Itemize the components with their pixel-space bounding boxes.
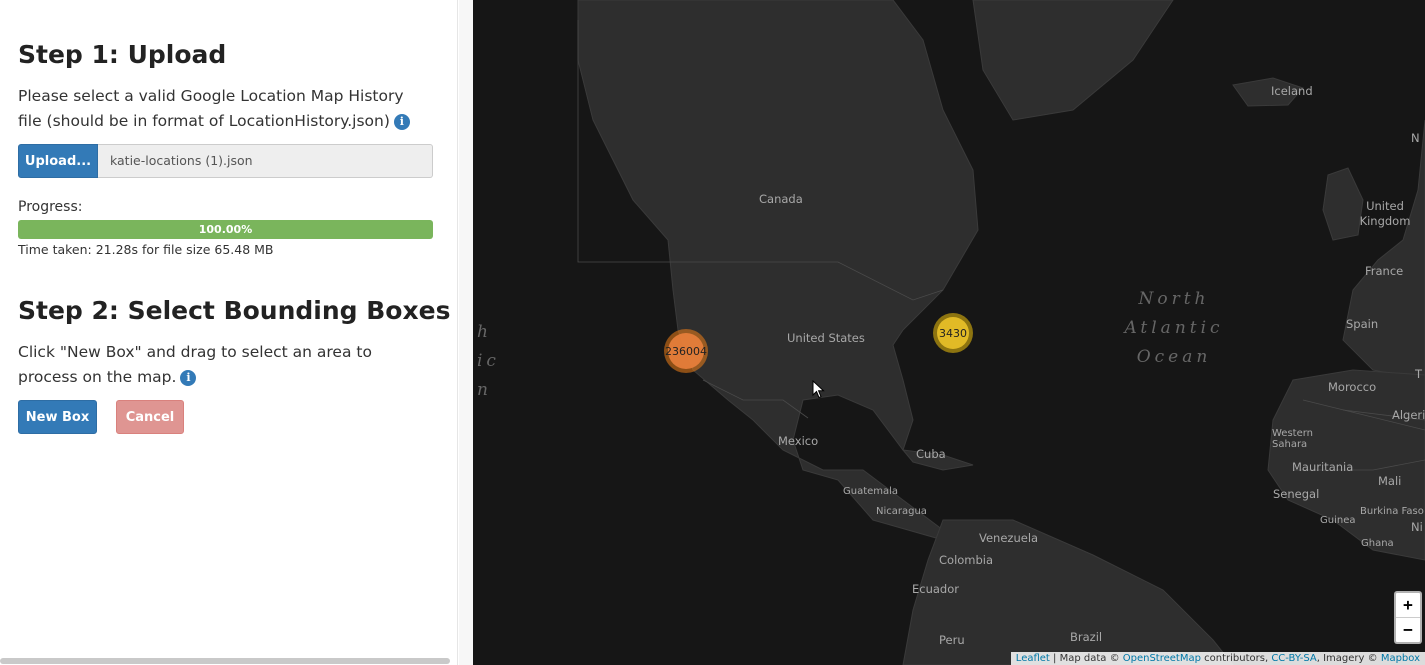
marker-cluster-count: 236004	[665, 333, 707, 369]
zoom-control: + −	[1394, 591, 1422, 644]
progress-track: 100.00%	[18, 220, 433, 239]
map-attribution: Leaflet | Map data © OpenStreetMap contr…	[1010, 652, 1425, 665]
attribution-contributors: contributors,	[1200, 653, 1272, 664]
map-label-cuba: Cuba	[916, 447, 946, 461]
leaflet-link[interactable]: Leaflet	[1016, 653, 1050, 664]
step2-description: Click "New Box" and drag to select an ar…	[18, 340, 398, 390]
mouse-cursor-icon	[812, 380, 825, 399]
map-label-guatemala: Guatemala	[843, 486, 899, 497]
step1-title: Step 1: Upload	[18, 40, 227, 69]
map-label-edge-t: T	[1415, 367, 1423, 381]
map-label-burkina-faso: Burkina Faso	[1360, 506, 1424, 517]
map-label-senegal: Senegal	[1273, 487, 1320, 501]
map-label-peru: Peru	[939, 633, 965, 647]
map-label-morocco: Morocco	[1328, 380, 1377, 394]
map-label-algeria: Algeria	[1392, 408, 1425, 422]
openstreetmap-link[interactable]: OpenStreetMap	[1123, 653, 1201, 664]
map-label-brazil: Brazil	[1070, 630, 1103, 644]
attribution-map-data: | Map data ©	[1049, 653, 1123, 664]
map-label-iceland: Iceland	[1271, 84, 1313, 98]
map-label-colombia: Colombia	[939, 553, 994, 567]
mapbox-link[interactable]: Mapbox	[1381, 653, 1420, 664]
step2-title: Step 2: Select Bounding Boxes	[18, 296, 451, 325]
map-label-north-atlantic-ocean: North Atlantic Ocean	[1124, 289, 1224, 367]
cc-by-sa-link[interactable]: CC-BY-SA	[1271, 653, 1316, 664]
new-box-button[interactable]: New Box	[18, 400, 97, 434]
map-label-western-sahara: Western Sahara	[1272, 428, 1314, 450]
file-name-field[interactable]: katie-locations (1).json	[98, 144, 433, 178]
marker-cluster[interactable]: 236004	[664, 329, 708, 373]
step1-description: Please select a valid Google Location Ma…	[18, 84, 428, 134]
zoom-out-button[interactable]: −	[1396, 617, 1420, 642]
map-label-canada: Canada	[759, 192, 803, 206]
horizontal-scrollbar[interactable]	[0, 658, 450, 664]
upload-button[interactable]: Upload...	[18, 144, 98, 178]
map-label-united-kingdom: United Kingdom	[1359, 199, 1411, 228]
sidebar-panel: Step 1: Upload Please select a valid Goo…	[0, 0, 458, 665]
step1-description-text: Please select a valid Google Location Ma…	[18, 87, 404, 130]
map-label-france: France	[1365, 264, 1404, 278]
file-upload-group: Upload... katie-locations (1).json	[18, 144, 433, 178]
attribution-imagery: , Imagery ©	[1316, 653, 1381, 664]
marker-cluster-count: 3430	[937, 317, 969, 349]
zoom-in-button[interactable]: +	[1396, 593, 1420, 617]
map-label-edge-n: N	[1411, 131, 1420, 145]
map-view[interactable]: Canada United States Mexico Cuba Guatema…	[473, 0, 1425, 665]
map-label-guinea: Guinea	[1320, 515, 1356, 526]
map-label-spain: Spain	[1346, 317, 1379, 331]
marker-cluster[interactable]: 3430	[933, 313, 973, 353]
map-label-ecuador: Ecuador	[912, 582, 959, 596]
map-label-nicaragua: Nicaragua	[876, 506, 927, 517]
map-label-venezuela: Venezuela	[979, 531, 1039, 545]
cancel-button[interactable]: Cancel	[116, 400, 184, 434]
progress-bar: 100.00%	[18, 220, 433, 239]
map-label-mexico: Mexico	[778, 434, 819, 448]
panel-divider	[459, 0, 473, 665]
map-label-united-states: United States	[787, 331, 865, 345]
progress-label: Progress:	[18, 199, 83, 215]
time-taken-text: Time taken: 21.28s for file size 65.48 M…	[18, 242, 274, 257]
info-circle-icon[interactable]: i	[180, 370, 197, 386]
map-label-ghana: Ghana	[1361, 538, 1394, 549]
map-label-mali: Mali	[1378, 474, 1402, 488]
info-circle-icon[interactable]: i	[393, 114, 410, 130]
map-label-pacific-partial: h ic n	[477, 322, 500, 400]
map-label-mauritania: Mauritania	[1292, 460, 1354, 474]
map-label-edge-ni: Ni	[1411, 520, 1423, 534]
